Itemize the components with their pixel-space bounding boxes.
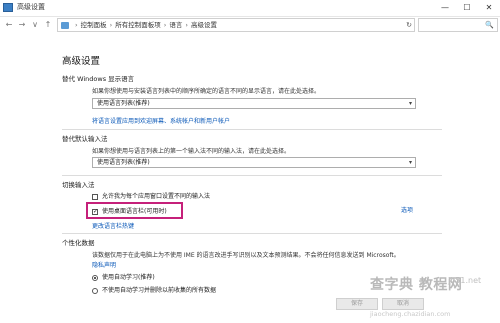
advanced-settings-window: 高级设置 — ☐ ✕ ← → ∨ ↑ › 控制面板 › 所有控制面板项 › 语言 › 高级设置… — [0, 0, 500, 323]
title-bar: 高级设置 — ☐ ✕ — [0, 0, 500, 17]
change-hotkey-link[interactable]: 更改语言栏热键 — [92, 221, 134, 230]
no-auto-learning-radio[interactable] — [92, 287, 98, 294]
window-title: 高级设置 — [17, 3, 45, 11]
privacy-statement-link[interactable]: 隐私声明 — [92, 260, 116, 269]
control-panel-icon — [61, 21, 69, 29]
display-language-title: 替代 Windows 显示语言 — [62, 75, 135, 83]
divider — [62, 175, 442, 176]
breadcrumb[interactable]: › 控制面板 › 所有控制面板项 › 语言 › 高级设置 ↻ — [57, 18, 415, 32]
per-app-input-checkbox[interactable] — [92, 193, 98, 200]
up-arrow-icon[interactable]: ↑ — [42, 19, 54, 31]
display-language-desc: 如果你想使用与安装语言列表中的顺序所确定的语言不同的显示语言，请在此处选择。 — [92, 88, 321, 95]
display-language-select[interactable]: 使用语言列表(推荐) ▾ — [92, 98, 416, 109]
search-input[interactable]: 🔍 — [418, 18, 498, 32]
app-icon — [3, 3, 13, 12]
breadcrumb-control-panel[interactable]: 控制面板 — [81, 21, 107, 29]
input-method-title: 替代默认输入法 — [62, 135, 108, 143]
address-bar: ← → ∨ ↑ › 控制面板 › 所有控制面板项 › 语言 › 高级设置 ↻ 🔍 — [0, 17, 500, 34]
chevron-down-icon: ▾ — [408, 159, 412, 166]
maximize-button[interactable]: ☐ — [456, 0, 478, 16]
back-arrow-icon[interactable]: ← — [3, 19, 15, 31]
divider — [62, 233, 442, 234]
options-link[interactable]: 选项 — [401, 205, 413, 214]
refresh-icon[interactable]: ↻ — [406, 19, 412, 31]
no-auto-learning-radio-row[interactable]: 不使用自动学习并删除以前收集的所有数据 — [92, 285, 216, 294]
divider — [62, 129, 442, 130]
close-button[interactable]: ✕ — [478, 0, 500, 16]
personalization-desc: 该数据仅用于在此电脑上为不使用 IME 的语言改进手写识别以及文本预测结果。不会… — [92, 252, 400, 259]
watermark-url: jiaocheng.chazidian.com — [370, 310, 451, 318]
breadcrumb-all-items[interactable]: 所有控制面板项 — [115, 21, 161, 29]
desktop-language-bar-checkbox[interactable]: ✓ — [92, 208, 98, 215]
minimize-button[interactable]: — — [434, 0, 456, 16]
breadcrumb-language[interactable]: 语言 — [169, 21, 182, 29]
chevron-down-icon: ▾ — [408, 100, 412, 107]
page-title: 高级设置 — [62, 56, 101, 67]
search-icon[interactable]: 🔍 — [485, 19, 494, 31]
switching-title: 切换输入法 — [62, 181, 95, 189]
desktop-language-bar-checkbox-row[interactable]: ✓ 使用桌面语言栏(可用时) — [92, 206, 167, 215]
breadcrumb-advanced-settings[interactable]: 高级设置 — [191, 21, 217, 29]
recent-locations-chevron-icon[interactable]: ∨ — [29, 19, 41, 31]
per-app-input-checkbox-row[interactable]: 允许我为每个应用窗口设置不同的输入法 — [92, 191, 210, 200]
apply-language-settings-link[interactable]: 将语言设置应用到欢迎屏幕、系统帐户和新用户帐户 — [92, 116, 230, 125]
personalization-title: 个性化数据 — [62, 239, 95, 247]
auto-learning-radio-row[interactable]: 使用自动学习(推荐) — [92, 272, 155, 281]
forward-arrow-icon[interactable]: → — [16, 19, 28, 31]
auto-learning-radio[interactable] — [92, 274, 98, 281]
input-method-desc: 如果你想使用与语言列表上的第一个输入法不同的输入法，请在此处选择。 — [92, 148, 291, 155]
input-method-select[interactable]: 使用语言列表(推荐) ▾ — [92, 157, 416, 168]
watermark-tag: jb51.net — [448, 276, 482, 285]
watermark: 查字典 教程网 jiaocheng.chazidian.com jb51.net — [370, 274, 500, 323]
